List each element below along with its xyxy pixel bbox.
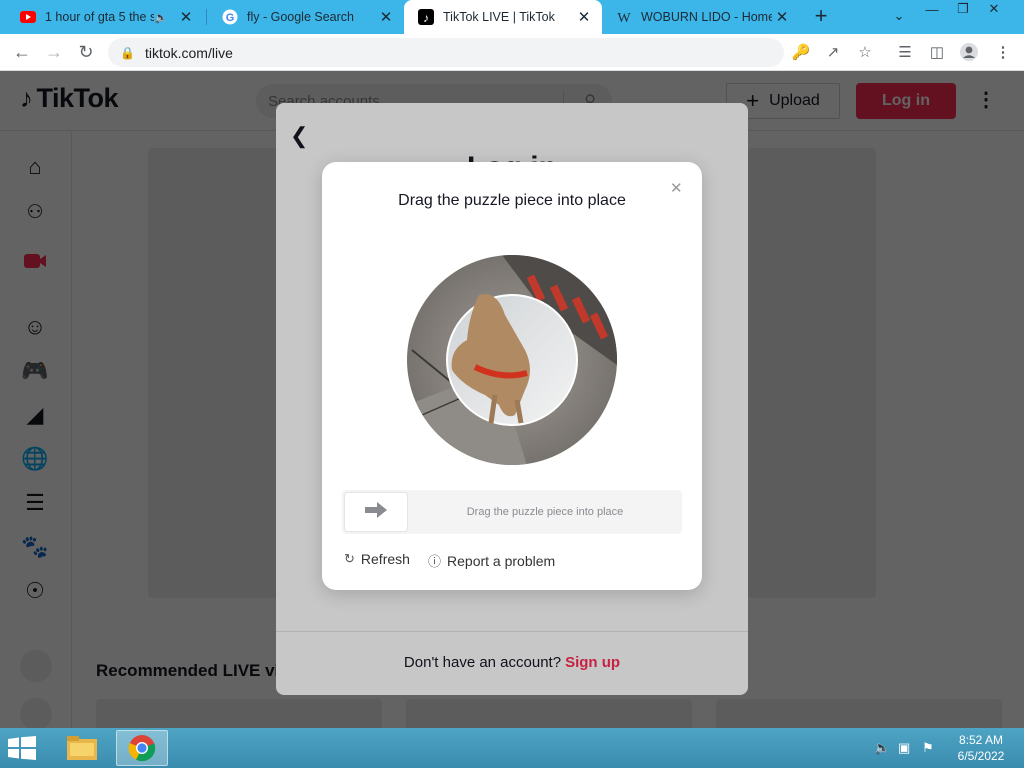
- browser-tab-strip: 1 hour of gta 5 the s 🔈 ✕ G fly - Google…: [0, 0, 1024, 34]
- share-icon[interactable]: ↗: [822, 42, 844, 64]
- tab-separator: [206, 9, 207, 25]
- report-problem-button[interactable]: ⓘ Report a problem: [428, 551, 555, 570]
- clock-date: 6/5/2022: [957, 749, 1005, 763]
- restore-icon[interactable]: ❐: [952, 1, 974, 21]
- tab-title: 1 hour of gta 5 the s: [45, 10, 155, 24]
- report-label: Report a problem: [447, 552, 556, 569]
- tab-google-search[interactable]: G fly - Google Search ✕: [208, 0, 404, 34]
- bookmark-star-icon[interactable]: ☆: [854, 42, 876, 64]
- tab-youtube[interactable]: 1 hour of gta 5 the s 🔈 ✕: [6, 0, 204, 34]
- google-icon-letter: G: [226, 12, 235, 24]
- close-window-icon[interactable]: ✕: [982, 1, 1006, 21]
- side-panel-icon[interactable]: ◫: [926, 42, 948, 64]
- volume-muted-icon[interactable]: 🔈: [874, 740, 890, 756]
- close-tab-icon[interactable]: ✕: [376, 8, 396, 26]
- reload-icon[interactable]: ↻: [74, 41, 98, 63]
- tiktok-icon: ♪: [418, 9, 434, 25]
- clock-time: 8:52 AM: [958, 733, 1004, 747]
- tab-woburn-lido[interactable]: W WOBURN LIDO - Home ✕: [602, 0, 800, 34]
- tab-search-icon[interactable]: ⌄: [888, 8, 910, 28]
- captcha-dialog: Drag the puzzle piece into place ✕ Drag …: [322, 162, 702, 590]
- close-tab-icon[interactable]: ✕: [574, 8, 594, 26]
- refresh-label: Refresh: [360, 551, 410, 567]
- back-icon[interactable]: ←: [10, 41, 34, 63]
- puzzle-slider-track[interactable]: Drag the puzzle piece into place: [342, 490, 682, 534]
- minimize-icon[interactable]: —: [920, 2, 944, 22]
- captcha-title: Drag the puzzle piece into place: [398, 192, 626, 209]
- close-icon[interactable]: ✕: [670, 179, 683, 197]
- speaker-icon[interactable]: 🔈: [154, 11, 168, 24]
- system-clock[interactable]: 8:52 AM 6/5/2022: [950, 732, 1012, 764]
- windows-taskbar: 🔈 ▣ ⚑ 8:52 AM 6/5/2022: [0, 728, 1024, 768]
- puzzle-image: [407, 255, 617, 465]
- windows-start-icon[interactable]: [8, 736, 38, 762]
- close-tab-icon[interactable]: ✕: [772, 8, 792, 26]
- file-explorer-icon[interactable]: [56, 730, 108, 766]
- chrome-taskbar-icon[interactable]: [116, 730, 168, 766]
- address-bar[interactable]: 🔒 tiktok.com/live: [108, 38, 784, 67]
- network-icon[interactable]: ▣: [898, 740, 910, 756]
- lock-icon[interactable]: 🔒: [120, 46, 135, 60]
- arrow-right-icon: [365, 501, 387, 523]
- new-tab-button[interactable]: +: [808, 4, 834, 30]
- forward-icon[interactable]: →: [42, 41, 66, 63]
- youtube-icon: [20, 9, 36, 25]
- chrome-menu-icon[interactable]: ⋮: [992, 42, 1014, 64]
- info-circle-icon: ⓘ: [428, 554, 442, 569]
- tab-title: WOBURN LIDO - Home: [641, 10, 772, 24]
- refresh-icon: ↻: [344, 551, 355, 566]
- key-icon[interactable]: 🔑: [790, 42, 812, 64]
- slider-hint-text: Drag the puzzle piece into place: [466, 506, 624, 518]
- refresh-button[interactable]: ↻ Refresh: [344, 551, 410, 567]
- url-text[interactable]: tiktok.com/live: [145, 45, 233, 61]
- browser-toolbar: ← → ↻ 🔒 tiktok.com/live 🔑 ↗ ☆ ☰ ◫ ⋮: [0, 34, 1024, 71]
- woburn-icon: W: [616, 9, 632, 25]
- media-control-icon[interactable]: ☰: [894, 42, 916, 64]
- tab-title: fly - Google Search: [247, 10, 354, 24]
- tiktok-page: ♪ TikTok Search accounts ⚲ + Upload Log …: [0, 71, 1024, 728]
- profile-avatar-icon[interactable]: [958, 42, 980, 64]
- tab-title: TikTok LIVE | TikTok: [443, 10, 555, 24]
- action-center-icon[interactable]: ⚑: [922, 740, 934, 756]
- svg-text:♪: ♪: [423, 11, 429, 25]
- slider-handle[interactable]: [344, 492, 408, 532]
- woburn-icon-letter: W: [617, 11, 631, 25]
- tab-tiktok-live[interactable]: ♪ TikTok LIVE | TikTok ✕: [404, 0, 602, 34]
- google-icon: G: [222, 9, 238, 25]
- close-tab-icon[interactable]: ✕: [176, 8, 196, 26]
